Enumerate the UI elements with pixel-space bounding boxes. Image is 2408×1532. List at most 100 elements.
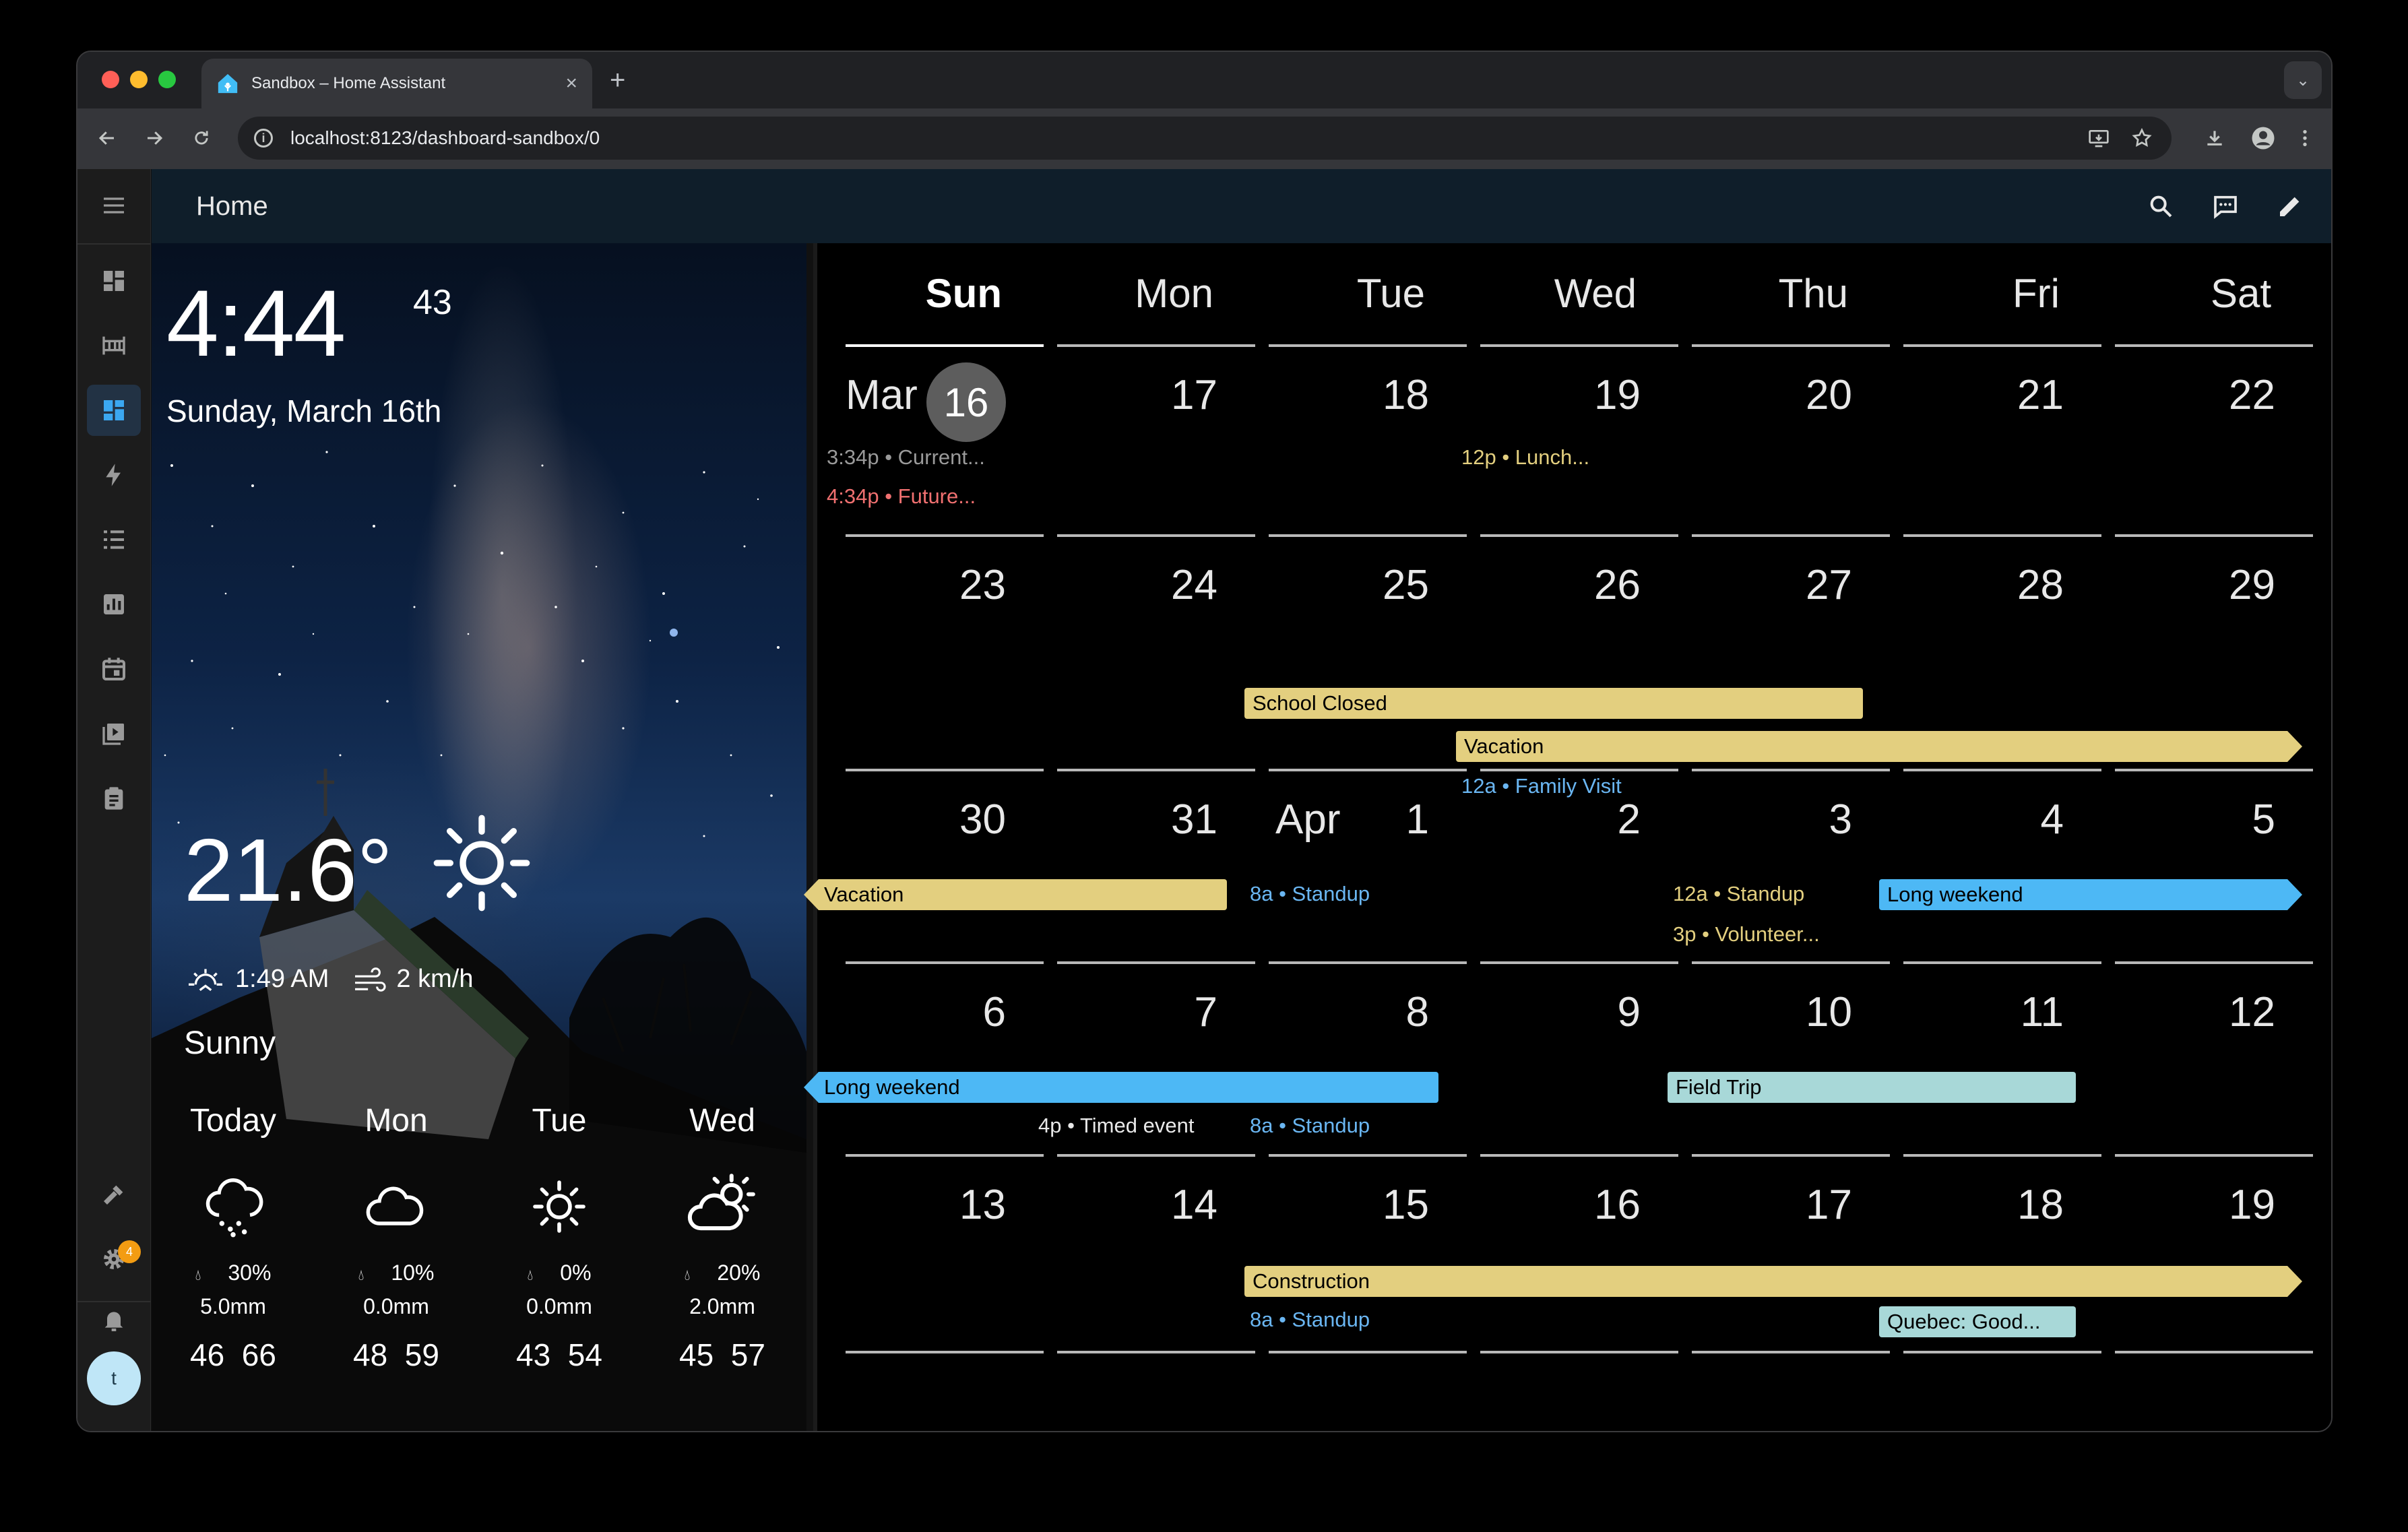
day-number[interactable]: 10 xyxy=(1664,988,1852,1036)
day-number[interactable]: 18 xyxy=(1875,1181,2064,1229)
assist-button[interactable] xyxy=(2202,183,2249,230)
calendar-event-bar[interactable]: Long weekend xyxy=(804,1072,1438,1103)
precip-probability: 10% xyxy=(391,1260,435,1285)
kebab-menu-icon xyxy=(2303,130,2307,146)
calendar-event[interactable]: 8a • Standup xyxy=(1250,882,1370,906)
day-number[interactable]: 8 xyxy=(1240,988,1429,1036)
calendar-event-bar[interactable]: Field Trip xyxy=(1668,1072,2076,1103)
sidebar-item-notifications[interactable] xyxy=(87,1294,141,1345)
sidebar-item-settings[interactable]: 4 xyxy=(87,1234,141,1285)
day-number[interactable]: 15 xyxy=(1240,1181,1429,1229)
day-number[interactable]: 24 xyxy=(1029,561,1217,609)
sidebar-item-map[interactable] xyxy=(87,320,141,371)
calendar-event[interactable]: 8a • Standup xyxy=(1250,1114,1370,1138)
day-number[interactable]: 21 xyxy=(1875,371,2064,419)
calendar-event[interactable]: 4p • Timed event xyxy=(1038,1114,1194,1138)
day-number[interactable]: 4 xyxy=(1875,796,2064,843)
profile-icon xyxy=(2252,127,2275,150)
clock-weather-panel: 4:44 43 Sunday, March 16th 21.6° 1:49 AM xyxy=(152,243,806,1431)
calendar-event[interactable]: 4:34p • Future... xyxy=(827,484,976,509)
calendar-event-bar[interactable]: Quebec: Good... xyxy=(1879,1306,2076,1337)
calendar-event-bar[interactable]: Vacation xyxy=(804,879,1227,910)
day-number[interactable]: 28 xyxy=(1875,561,2064,609)
install-app-icon[interactable] xyxy=(2085,125,2112,152)
day-number[interactable]: 17 xyxy=(1029,371,1217,419)
sidebar-item-developer-tools[interactable] xyxy=(87,1169,141,1220)
day-number[interactable]: 12 xyxy=(2087,988,2275,1036)
downloads-button[interactable] xyxy=(2197,121,2232,156)
browser-menu-button[interactable] xyxy=(2287,121,2322,156)
forecast-day: Today 💧︎ 30% 5.0mm 46 66 xyxy=(152,1102,315,1373)
week-separator-line xyxy=(1903,1351,2101,1353)
sidebar-item-overview[interactable] xyxy=(87,255,141,307)
sidebar-item-dashboard[interactable] xyxy=(87,385,141,436)
sidebar-item-history[interactable] xyxy=(87,579,141,630)
day-number[interactable]: 11 xyxy=(1875,988,2064,1036)
day-number[interactable]: 5 xyxy=(2087,796,2275,843)
sidebar-item-energy[interactable] xyxy=(87,449,141,501)
calendar-event-bar[interactable]: Long weekend xyxy=(1879,879,2302,910)
day-number[interactable]: 19 xyxy=(2087,1181,2275,1229)
edit-dashboard-button[interactable] xyxy=(2267,183,2314,230)
calendar-event[interactable]: 12a • Family Visit xyxy=(1461,774,1622,798)
day-number[interactable]: 26 xyxy=(1452,561,1641,609)
day-number[interactable]: 1 xyxy=(1240,796,1429,843)
calendar-event[interactable]: 8a • Standup xyxy=(1250,1308,1370,1332)
day-number[interactable]: 17 xyxy=(1664,1181,1852,1229)
forecast-day-name: Mon xyxy=(365,1103,428,1139)
browser-tab[interactable]: Sandbox – Home Assistant × xyxy=(201,59,592,108)
day-number[interactable]: 3 xyxy=(1664,796,1852,843)
menu-toggle-button[interactable] xyxy=(87,180,141,231)
day-number[interactable]: 25 xyxy=(1240,561,1429,609)
calendar-event[interactable]: 12a • Standup xyxy=(1673,882,1804,906)
day-number[interactable]: 23 xyxy=(817,561,1006,609)
sidebar-item-media[interactable] xyxy=(87,708,141,759)
day-number[interactable]: 20 xyxy=(1664,371,1852,419)
user-avatar[interactable]: t xyxy=(87,1351,141,1405)
day-number[interactable]: 6 xyxy=(817,988,1006,1036)
temp-low: 45 xyxy=(679,1337,714,1372)
day-number[interactable]: 19 xyxy=(1452,371,1641,419)
today-day-number[interactable]: 16 xyxy=(926,362,1006,442)
calendar-event[interactable]: 3p • Volunteer... xyxy=(1673,922,1820,947)
day-number[interactable]: 31 xyxy=(1029,796,1217,843)
day-number[interactable]: 29 xyxy=(2087,561,2275,609)
day-number[interactable]: 9 xyxy=(1452,988,1641,1036)
day-number[interactable]: 2 xyxy=(1452,796,1641,843)
tab-search-button[interactable]: ⌄ xyxy=(2284,61,2322,99)
forecast-day-name: Tue xyxy=(532,1103,587,1139)
day-number[interactable]: 16 xyxy=(1452,1181,1641,1229)
day-number[interactable]: 30 xyxy=(817,796,1006,843)
forward-button[interactable] xyxy=(137,121,172,156)
precip-amount: 0.0mm xyxy=(363,1294,429,1318)
back-button[interactable] xyxy=(90,121,125,156)
day-number[interactable]: 13 xyxy=(817,1181,1006,1229)
sidebar-item-todo[interactable] xyxy=(87,514,141,565)
sidebar-item-logbook[interactable] xyxy=(87,773,141,824)
maximize-window-button[interactable] xyxy=(158,71,176,88)
day-number[interactable]: 27 xyxy=(1664,561,1852,609)
calendar-event-bar[interactable]: School Closed xyxy=(1244,688,1863,719)
bookmark-star-icon[interactable] xyxy=(2128,125,2155,152)
calendar-event-bar[interactable]: Vacation xyxy=(1456,731,2302,762)
calendar-event[interactable]: 3:34p • Current... xyxy=(827,445,985,470)
sidebar-item-calendar[interactable] xyxy=(87,643,141,695)
tab-close-icon[interactable]: × xyxy=(565,72,577,95)
calendar-event[interactable]: 12p • Lunch... xyxy=(1461,445,1589,470)
header-underline xyxy=(1903,344,2101,347)
reload-button[interactable] xyxy=(184,121,219,156)
address-bar[interactable]: i localhost:8123/dashboard-sandbox/0 xyxy=(238,117,2172,160)
precip-probability: 20% xyxy=(717,1260,761,1285)
day-number[interactable]: 7 xyxy=(1029,988,1217,1036)
minimize-window-button[interactable] xyxy=(130,71,148,88)
search-button[interactable] xyxy=(2137,183,2184,230)
site-info-icon[interactable]: i xyxy=(254,129,273,148)
close-window-button[interactable] xyxy=(102,71,119,88)
calendar-event-bar[interactable]: Construction xyxy=(1244,1266,2302,1297)
week-separator-line xyxy=(1480,961,1678,964)
day-number[interactable]: 22 xyxy=(2087,371,2275,419)
day-number[interactable]: 18 xyxy=(1240,371,1429,419)
day-number[interactable]: 14 xyxy=(1029,1181,1217,1229)
new-tab-button[interactable]: + xyxy=(610,65,625,95)
profile-button[interactable] xyxy=(2246,121,2281,156)
